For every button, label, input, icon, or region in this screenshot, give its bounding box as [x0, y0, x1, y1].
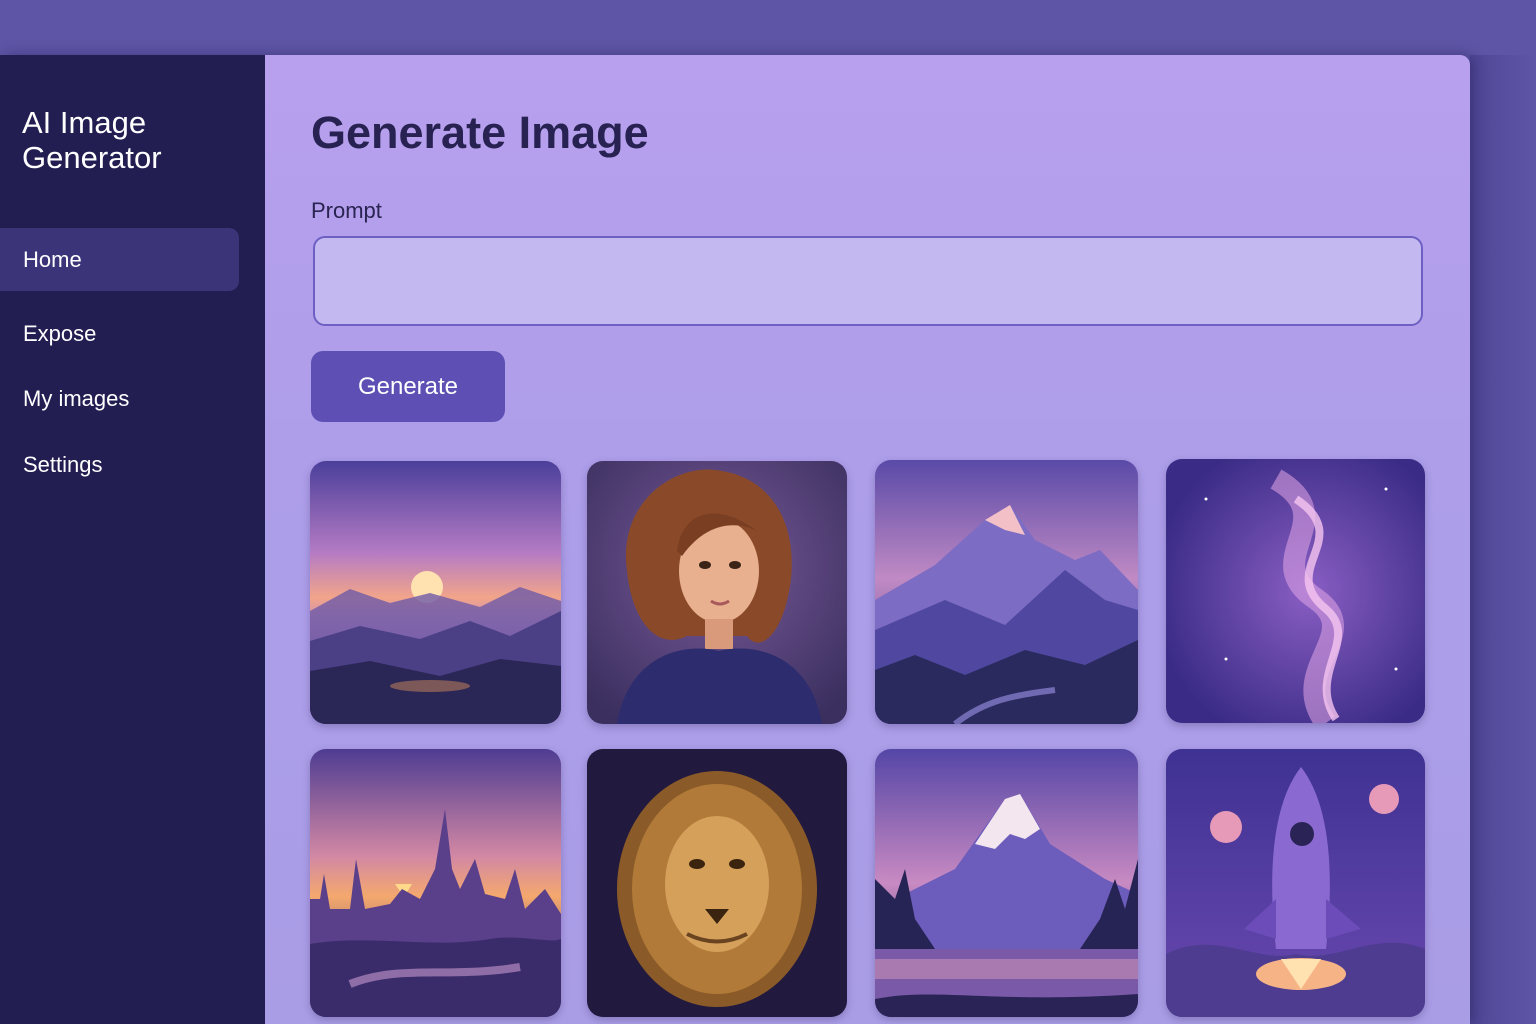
sunset-city-image — [310, 749, 561, 1017]
gallery-image-mountain-range[interactable] — [875, 460, 1138, 724]
sidebar: AI Image Generator Home Expose My images… — [0, 55, 265, 1024]
snowy-mountain-lake-image — [875, 749, 1138, 1017]
main-panel: Generate Image Prompt Generate — [265, 55, 1470, 1024]
app-window: AI Image Generator Home Expose My images… — [0, 55, 1470, 1024]
gallery-image-lion-portrait[interactable] — [587, 749, 847, 1017]
prompt-input[interactable] — [313, 236, 1423, 326]
sidebar-item-settings[interactable]: Settings — [0, 433, 239, 496]
mountain-range-image — [875, 460, 1138, 724]
sunset-valley-image — [310, 461, 561, 724]
lion-portrait-image — [587, 749, 847, 1017]
app-brand: AI Image Generator — [22, 105, 162, 175]
page-title: Generate Image — [311, 107, 649, 158]
gallery-image-woman-portrait[interactable] — [587, 461, 847, 724]
gallery-image-sunset-city[interactable] — [310, 749, 561, 1017]
nebula-swirl-image — [1166, 459, 1425, 723]
background-shade — [1470, 55, 1536, 1024]
rocket-launch-image — [1166, 749, 1425, 1017]
sidebar-item-expose[interactable]: Expose — [0, 302, 239, 365]
prompt-label: Prompt — [311, 198, 382, 223]
sidebar-item-my-images[interactable]: My images — [0, 367, 239, 430]
woman-portrait-image — [587, 461, 847, 724]
gallery-image-nebula-swirl[interactable] — [1166, 459, 1425, 723]
sidebar-item-home[interactable]: Home — [0, 228, 239, 291]
gallery-image-rocket-launch[interactable] — [1166, 749, 1425, 1017]
gallery-image-sunset-valley[interactable] — [310, 461, 561, 724]
gallery-image-snowy-mountain-lake[interactable] — [875, 749, 1138, 1017]
generate-button[interactable]: Generate — [311, 351, 505, 422]
